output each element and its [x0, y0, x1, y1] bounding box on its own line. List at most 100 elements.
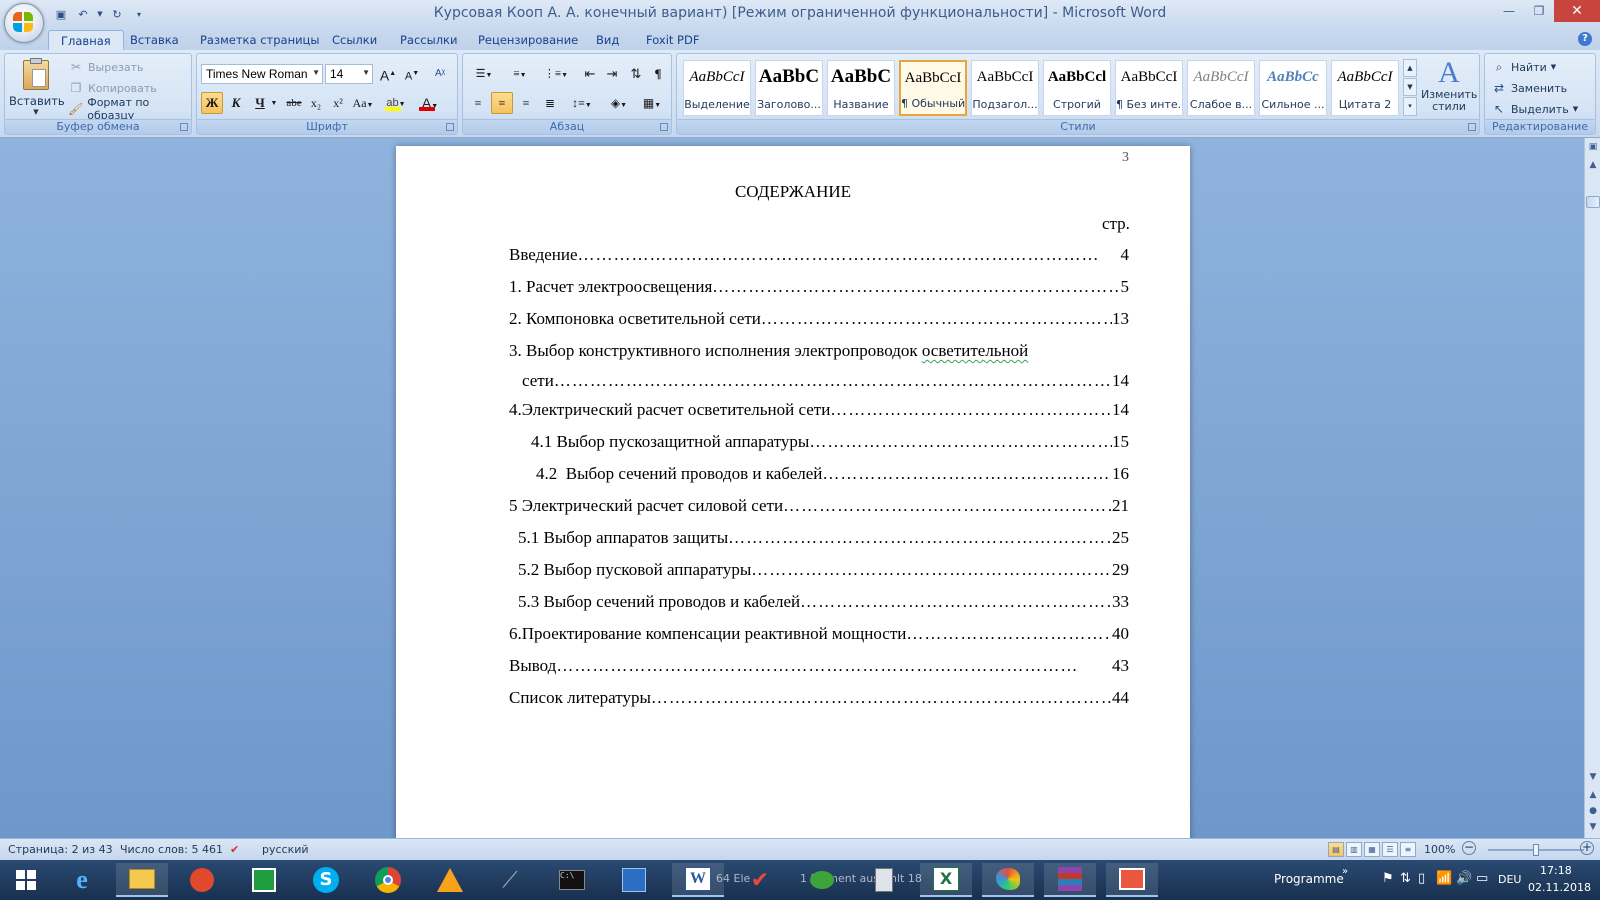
- change-styles-button[interactable]: A Изменить стили: [1421, 57, 1477, 119]
- font-size-select[interactable]: 14 ▼: [325, 64, 373, 84]
- align-center-icon[interactable]: ≡: [491, 92, 513, 114]
- close-button[interactable]: ✕: [1554, 0, 1600, 22]
- replace-button[interactable]: ⇄ Заменить: [1488, 78, 1570, 98]
- speaker-icon[interactable]: 🔊: [1456, 871, 1472, 886]
- cmd-icon[interactable]: C:\: [546, 863, 598, 897]
- font-family-select[interactable]: Times New Roman ▼: [201, 64, 323, 84]
- bold-button[interactable]: Ж: [201, 92, 223, 114]
- sort-icon[interactable]: ⇅: [625, 63, 647, 85]
- skype-icon[interactable]: S: [300, 863, 352, 897]
- excel-icon[interactable]: X: [920, 863, 972, 897]
- clock-time[interactable]: 17:18: [1540, 864, 1572, 877]
- tab-review[interactable]: Рецензирование: [466, 30, 590, 50]
- foxit-icon[interactable]: [176, 863, 228, 897]
- strikethrough-button[interactable]: abe: [283, 92, 305, 114]
- restore-button[interactable]: ❐: [1524, 0, 1554, 22]
- numbering-icon[interactable]: ≡▼: [503, 63, 537, 85]
- winrar-icon[interactable]: [1044, 863, 1096, 897]
- tab-home[interactable]: Главная: [48, 30, 124, 50]
- office-button[interactable]: [4, 3, 44, 43]
- ruler-toggle-icon[interactable]: ▣: [1586, 140, 1600, 154]
- microphone-icon[interactable]: ⟋: [484, 863, 536, 897]
- draft-view-icon[interactable]: ≡: [1400, 842, 1416, 857]
- select-button[interactable]: ↖ Выделить ▼: [1488, 99, 1581, 119]
- proofing-icon[interactable]: ✔: [230, 843, 239, 856]
- zoom-level[interactable]: 100%: [1424, 843, 1455, 856]
- paste-button[interactable]: Вставить ▼: [9, 58, 65, 118]
- word-count[interactable]: Число слов: 5 461: [120, 843, 223, 856]
- start-icon[interactable]: [0, 863, 52, 897]
- minimize-button[interactable]: —: [1494, 0, 1524, 22]
- style-strong[interactable]: AaBbCcl Строгий: [1043, 60, 1111, 116]
- grow-font-button[interactable]: A▲: [377, 63, 399, 85]
- scroll-down-icon[interactable]: ▼: [1586, 770, 1600, 784]
- italic-button[interactable]: К: [225, 92, 247, 114]
- web-layout-icon[interactable]: ▦: [1364, 842, 1380, 857]
- vertical-scrollbar[interactable]: ▣ ▲ ▼ ▲ ● ▼: [1584, 138, 1600, 838]
- find-button[interactable]: ⌕ Найти ▼: [1488, 57, 1559, 77]
- multilevel-list-icon[interactable]: ⋮≡▼: [539, 63, 573, 85]
- zoom-slider[interactable]: [1488, 844, 1584, 856]
- copy-button[interactable]: ❐ Копировать: [65, 78, 160, 98]
- underline-dropdown-icon[interactable]: ▼: [269, 92, 279, 114]
- store-icon[interactable]: [238, 863, 290, 897]
- document-page[interactable]: 3 СОДЕРЖАНИЕ стр. Введение………………………………………: [396, 146, 1190, 838]
- help-icon[interactable]: ?: [1578, 32, 1592, 46]
- internet-explorer-icon[interactable]: e: [56, 863, 108, 897]
- toolbar-expand-icon[interactable]: »: [1342, 866, 1348, 877]
- justify-icon[interactable]: ≣: [539, 92, 561, 114]
- scroll-thumb[interactable]: [1586, 196, 1600, 208]
- superscript-button[interactable]: x²: [327, 92, 349, 114]
- chrome-icon[interactable]: [362, 863, 414, 897]
- style-subtitle[interactable]: AaBbCcI Подзагол...: [971, 60, 1039, 116]
- file-explorer-icon[interactable]: [116, 863, 168, 897]
- style-intense-emphasis[interactable]: AaBbCc Сильное ...: [1259, 60, 1327, 116]
- style-emphasis[interactable]: AaBbCcI Выделение: [683, 60, 751, 116]
- device-icon[interactable]: ▯: [1418, 871, 1425, 886]
- scroll-up-icon[interactable]: ▲: [1586, 158, 1600, 172]
- pilcrow-icon[interactable]: ¶: [647, 63, 669, 85]
- format-painter-button[interactable]: 🖌 Формат по образцу: [65, 96, 191, 122]
- tab-mailings[interactable]: Рассылки: [388, 30, 469, 50]
- language-indicator[interactable]: русский: [262, 843, 309, 856]
- checkmark-icon[interactable]: ✔: [734, 863, 786, 897]
- presentation-icon[interactable]: [1106, 863, 1158, 897]
- keyboard-language[interactable]: DEU: [1498, 873, 1521, 886]
- zoom-out-icon[interactable]: −: [1462, 841, 1476, 855]
- style-title[interactable]: AaBbC Название: [827, 60, 895, 116]
- shading-icon[interactable]: ◈▼: [603, 92, 635, 114]
- frog-icon[interactable]: [796, 863, 848, 897]
- next-page-icon[interactable]: ▼: [1586, 820, 1600, 834]
- full-screen-reading-icon[interactable]: ▥: [1346, 842, 1362, 857]
- decrease-indent-icon[interactable]: ⇤: [579, 63, 601, 85]
- paragraph-launcher-icon[interactable]: [660, 123, 668, 131]
- tab-foxit-pdf[interactable]: Foxit PDF: [634, 30, 711, 50]
- styles-scroll-down-icon[interactable]: ▼: [1403, 78, 1417, 96]
- style-normal[interactable]: AaBbCcI ¶ Обычный: [899, 60, 967, 116]
- align-right-icon[interactable]: ≡: [515, 92, 537, 114]
- page-counter[interactable]: Страница: 2 из 43: [8, 843, 113, 856]
- tab-view[interactable]: Вид: [584, 30, 631, 50]
- network-icon[interactable]: ⇅: [1400, 871, 1411, 886]
- increase-indent-icon[interactable]: ⇥: [601, 63, 623, 85]
- programme-toolbar-label[interactable]: Programme: [1274, 872, 1344, 886]
- line-spacing-icon[interactable]: ↕≡▼: [567, 92, 597, 114]
- subscript-button[interactable]: x₂: [305, 92, 327, 114]
- cut-button[interactable]: ✂ Вырезать: [65, 57, 146, 77]
- shrink-font-button[interactable]: A▼: [401, 63, 423, 85]
- paint-icon[interactable]: [982, 863, 1034, 897]
- font-launcher-icon[interactable]: [446, 123, 454, 131]
- tab-references[interactable]: Ссылки: [320, 30, 389, 50]
- tab-insert[interactable]: Вставка: [118, 30, 191, 50]
- align-left-icon[interactable]: ≡: [467, 92, 489, 114]
- font-color-button[interactable]: A▼: [415, 92, 445, 114]
- style-subtle-emphasis[interactable]: AaBbCcI Слабое в...: [1187, 60, 1255, 116]
- change-case-button[interactable]: Aa▼: [349, 92, 377, 114]
- network-tool-icon[interactable]: [608, 863, 660, 897]
- style-quote-2[interactable]: AaBbCcI Цитата 2: [1331, 60, 1399, 116]
- wifi-signal-icon[interactable]: 📶: [1436, 871, 1452, 886]
- bullets-icon[interactable]: ☰▼: [467, 63, 501, 85]
- zoom-slider-thumb[interactable]: [1533, 844, 1539, 856]
- style-heading[interactable]: AaBbC Заголово...: [755, 60, 823, 116]
- zoom-in-icon[interactable]: +: [1580, 841, 1594, 855]
